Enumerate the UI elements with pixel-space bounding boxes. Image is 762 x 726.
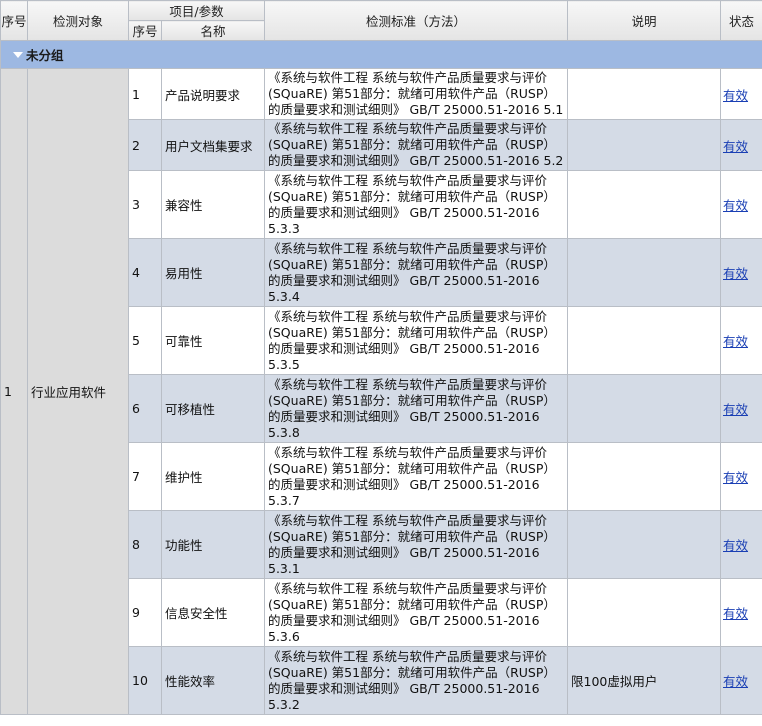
item-standard: 《系统与软件工程 系统与软件产品质量要求与评价(SQuaRE) 第51部分：就绪… — [264, 374, 568, 443]
item-remark — [567, 68, 721, 120]
item-remark — [567, 578, 721, 647]
item-name: 信息安全性 — [161, 578, 265, 647]
item-standard: 《系统与软件工程 系统与软件产品质量要求与评价(SQuaRE) 第51部分：就绪… — [264, 510, 568, 579]
item-seq: 8 — [128, 510, 162, 579]
item-name: 可靠性 — [161, 306, 265, 375]
status-link[interactable]: 有效 — [721, 402, 748, 417]
item-standard: 《系统与软件工程 系统与软件产品质量要求与评价(SQuaRE) 第51部分：就绪… — [264, 442, 568, 511]
item-name: 可移植性 — [161, 374, 265, 443]
item-remark — [567, 510, 721, 579]
item-seq: 4 — [128, 238, 162, 307]
item-name: 用户文档集要求 — [161, 119, 265, 171]
status-link[interactable]: 有效 — [721, 334, 748, 349]
table-row[interactable]: 1 行业应用软件 1 产品说明要求 《系统与软件工程 系统与软件产品质量要求与评价(SQ… — [0, 68, 762, 715]
status-link[interactable]: 有效 — [721, 198, 748, 213]
item-standard: 《系统与软件工程 系统与软件产品质量要求与评价(SQuaRE) 第51部分：就绪… — [264, 68, 568, 120]
item-seq: 1 — [128, 68, 162, 120]
item-standard: 《系统与软件工程 系统与软件产品质量要求与评价(SQuaRE) 第51部分：就绪… — [264, 238, 568, 307]
item-standard: 《系统与软件工程 系统与软件产品质量要求与评价(SQuaRE) 第51部分：就绪… — [264, 578, 568, 647]
item-standard: 《系统与软件工程 系统与软件产品质量要求与评价(SQuaRE) 第51部分：就绪… — [264, 119, 568, 171]
header-item-seq[interactable]: 序号 — [128, 20, 162, 41]
header-standard[interactable]: 检测标准（方法） — [264, 0, 568, 41]
status-link[interactable]: 有效 — [721, 139, 748, 154]
group-row[interactable]: 未分组 — [0, 40, 762, 69]
item-seq: 10 — [128, 646, 162, 715]
item-seq: 7 — [128, 442, 162, 511]
header-item-param: 项目/参数 — [128, 0, 265, 21]
status-link[interactable]: 有效 — [721, 538, 748, 553]
item-name: 功能性 — [161, 510, 265, 579]
item-name: 维护性 — [161, 442, 265, 511]
header-item-name[interactable]: 名称 — [161, 20, 265, 41]
object-seq: 1 — [0, 68, 28, 715]
item-remark: 限100虚拟用户 — [567, 646, 721, 715]
group-label: 未分组 — [26, 48, 64, 63]
item-standard: 《系统与软件工程 系统与软件产品质量要求与评价(SQuaRE) 第51部分：就绪… — [264, 170, 568, 239]
header-seq[interactable]: 序号 — [0, 0, 28, 41]
status-link[interactable]: 有效 — [721, 674, 748, 689]
item-remark — [567, 170, 721, 239]
item-seq: 5 — [128, 306, 162, 375]
item-remark — [567, 306, 721, 375]
item-name: 产品说明要求 — [161, 68, 265, 120]
item-remark — [567, 238, 721, 307]
item-name: 兼容性 — [161, 170, 265, 239]
item-seq: 2 — [128, 119, 162, 171]
item-name: 性能效率 — [161, 646, 265, 715]
header-object[interactable]: 检测对象 — [27, 0, 129, 41]
item-standard: 《系统与软件工程 系统与软件产品质量要求与评价(SQuaRE) 第51部分：就绪… — [264, 646, 568, 715]
item-remark — [567, 119, 721, 171]
status-link[interactable]: 有效 — [721, 88, 748, 103]
item-remark — [567, 442, 721, 511]
item-name: 易用性 — [161, 238, 265, 307]
table-header: 序号 检测对象 项目/参数 检测标准（方法） 说明 状态 序号 名称 — [0, 0, 762, 41]
item-seq: 6 — [128, 374, 162, 443]
status-link[interactable]: 有效 — [721, 266, 748, 281]
item-seq: 3 — [128, 170, 162, 239]
item-standard: 《系统与软件工程 系统与软件产品质量要求与评价(SQuaRE) 第51部分：就绪… — [264, 306, 568, 375]
object-name: 行业应用软件 — [27, 68, 129, 715]
standards-table: 序号 检测对象 项目/参数 检测标准（方法） 说明 状态 序号 名称 未分组 1… — [0, 0, 762, 715]
status-link[interactable]: 有效 — [721, 606, 748, 621]
item-remark — [567, 374, 721, 443]
header-remark[interactable]: 说明 — [567, 0, 721, 41]
header-status[interactable]: 状态 — [720, 0, 762, 41]
item-seq: 9 — [128, 578, 162, 647]
collapse-triangle-icon[interactable] — [13, 52, 23, 58]
status-link[interactable]: 有效 — [721, 470, 748, 485]
